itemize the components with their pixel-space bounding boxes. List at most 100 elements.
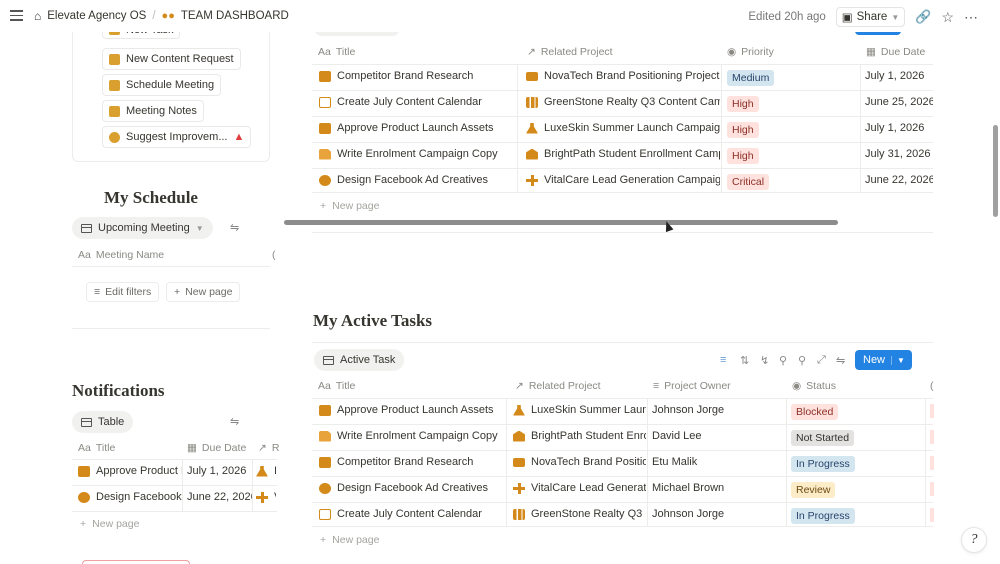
row-priority[interactable]: Critical: [727, 174, 770, 190]
content-new-page[interactable]: + New page: [320, 200, 379, 212]
settings-icon[interactable]: ⇋: [230, 221, 239, 234]
row-project[interactable]: BrightPath Student Enrollment Campaign: [526, 148, 720, 160]
row-priority[interactable]: Medium: [727, 70, 775, 86]
row-title: Design Facebook Ad Creatives: [337, 482, 489, 494]
row-project[interactable]: VitalCare Lead Generation C: [513, 482, 646, 494]
search-icon[interactable]: ⚲: [798, 354, 806, 367]
button-label: Suggest Improvem...: [126, 131, 228, 143]
breadcrumb-page[interactable]: TEAM DASHBOARD: [181, 10, 289, 22]
menu-icon[interactable]: [10, 10, 23, 21]
help-icon[interactable]: ?: [961, 527, 987, 553]
link-icon[interactable]: 🔗: [915, 9, 931, 25]
row-status[interactable]: Review: [791, 482, 836, 498]
row-status[interactable]: In Progress: [791, 456, 855, 472]
table-row[interactable]: Design Facebook Ad Creatives: [319, 482, 505, 494]
row-priority[interactable]: High: [727, 148, 759, 164]
table-row[interactable]: Approve Product Lau: [78, 465, 182, 477]
upcoming-meeting-view-tab[interactable]: Upcoming Meeting ▼: [72, 217, 213, 239]
table-row[interactable]: Write Enrolment Campaign Copy: [319, 148, 515, 160]
table-icon: [323, 355, 334, 365]
new-content-request-button[interactable]: New Content Request: [102, 48, 241, 70]
status-tag: Not Started: [791, 430, 855, 446]
row-project[interactable]: NovaTech Brand Positioning Project: [526, 70, 720, 82]
row-title: Create July Content Calendar: [337, 96, 482, 108]
related-header: ↗ R: [258, 442, 279, 454]
project-label: LuxeSkin Summer Launch Campaign: [544, 122, 720, 134]
table-row[interactable]: Approve Product Launch Assets: [319, 404, 505, 416]
header-label: Priority: [741, 46, 774, 58]
schedule-new-page-button[interactable]: + New page: [166, 282, 241, 302]
medical-cross-icon: [256, 491, 268, 503]
filter-icon: ≡: [94, 286, 101, 298]
table-icon: [81, 223, 92, 233]
table-row[interactable]: Competitor Brand Research: [319, 70, 515, 82]
sort-icon[interactable]: ⇅: [740, 354, 749, 367]
table-row[interactable]: Create July Content Calendar: [319, 96, 515, 108]
table-row[interactable]: Create July Content Calendar: [319, 508, 505, 520]
row-due: July 1, 2026: [865, 122, 925, 134]
settings-icon[interactable]: ⇋: [836, 354, 845, 367]
calendar-icon: ▦: [187, 442, 197, 454]
divider: [312, 398, 933, 399]
top-bar: ⌂ Elevate Agency OS / ●● TEAM DASHBOARD …: [0, 0, 1000, 32]
header-label: Related Project: [540, 46, 613, 58]
active-tasks-new-page[interactable]: + New page: [320, 534, 379, 546]
horizontal-scrollbar[interactable]: [284, 220, 838, 225]
more-icon[interactable]: ⋯: [964, 9, 978, 26]
row-project[interactable]: GreenStone Realty Q3 Content Campaign: [526, 96, 720, 108]
suggest-improvement-button[interactable]: Suggest Improvem... ▲: [102, 126, 252, 148]
table-row[interactable]: Approve Product Launch Assets: [319, 122, 515, 134]
edited-status: Edited 20h ago: [748, 11, 826, 23]
table-row[interactable]: Competitor Brand Research: [319, 456, 505, 468]
title-header: Aa Title: [318, 380, 355, 392]
status-circle-icon: ◉: [727, 46, 737, 58]
share-button[interactable]: ▣ Share ▼: [835, 7, 906, 27]
edit-filters-button[interactable]: ≡ Edit filters: [86, 282, 160, 302]
star-icon[interactable]: ☆: [941, 9, 954, 26]
priority-tag: High: [727, 148, 759, 164]
project-label: NovaTech Brand Positioning: [531, 456, 646, 468]
new-button[interactable]: New ▼: [855, 350, 912, 370]
row-status[interactable]: Blocked: [791, 404, 839, 420]
row-project[interactable]: GreenStone Realty Q3 Cont: [513, 508, 646, 520]
table-view-tab[interactable]: Table: [72, 411, 134, 433]
meeting-name-header: Aa Meeting Name: [78, 249, 164, 261]
divider: [925, 398, 926, 526]
table-row[interactable]: Design Facebook Ad Creatives: [319, 174, 515, 186]
row-project[interactable]: VitalCare Lead Generation Campaign: [526, 174, 720, 186]
row-project[interactable]: BrightPath Student Enrollm: [513, 430, 646, 442]
edit-icon: [109, 53, 120, 65]
row-project[interactable]: NovaTech Brand Positioning: [513, 456, 646, 468]
filter-icon[interactable]: ≡: [720, 354, 726, 366]
row-title: Approve Product Lau: [96, 465, 182, 477]
divider: [860, 64, 861, 192]
active-task-view-tab[interactable]: Active Task: [314, 349, 405, 371]
warning-icon: ▲: [233, 131, 245, 143]
active-tasks-title: My Active Tasks: [313, 311, 433, 330]
row-status[interactable]: In Progress: [791, 508, 855, 524]
row-project[interactable]: LuxeSkin Summer Launch C: [513, 404, 646, 416]
header-label: Status: [806, 380, 836, 392]
project-label: BrightPath Student Enrollment Campaign: [544, 148, 720, 160]
divider: [312, 64, 933, 65]
notifications-new-page[interactable]: + New page: [80, 518, 139, 530]
related-project-header: ↗ Related Project: [527, 46, 613, 58]
schedule-meeting-button[interactable]: Schedule Meeting: [102, 74, 222, 96]
breadcrumb-workspace[interactable]: Elevate Agency OS: [47, 10, 146, 22]
meeting-notes-button[interactable]: Meeting Notes: [102, 100, 204, 122]
settings-icon[interactable]: ⇋: [230, 415, 239, 428]
expand-icon[interactable]: ⤢: [817, 354, 826, 367]
row-priority[interactable]: High: [727, 122, 759, 138]
row-priority[interactable]: High: [727, 96, 759, 112]
row-due: June 25, 2026: [865, 96, 933, 108]
divider: [312, 232, 933, 233]
row-project[interactable]: LuxeSkin Summer Launch Campaign: [526, 122, 720, 134]
search-off-icon[interactable]: ⚲: [779, 354, 787, 367]
row-status[interactable]: Not Started: [791, 430, 855, 446]
vertical-scrollbar[interactable]: [993, 125, 998, 217]
row-owner: David Lee: [652, 430, 702, 442]
table-row[interactable]: Design Facebook Ad: [78, 491, 182, 503]
automation-icon[interactable]: ↯: [760, 354, 769, 367]
divider: [312, 192, 933, 193]
table-row[interactable]: Write Enrolment Campaign Copy: [319, 430, 505, 442]
